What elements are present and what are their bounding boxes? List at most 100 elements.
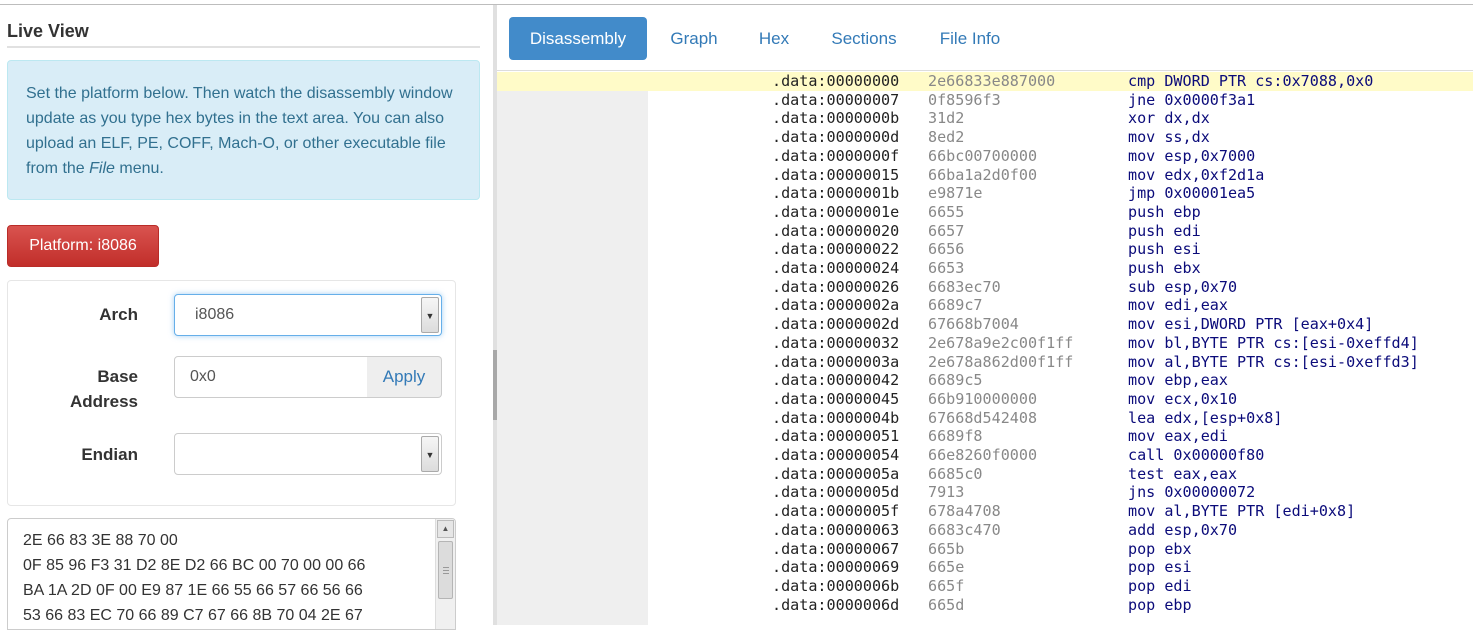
- row-instruction: pop ebp: [1128, 595, 1192, 614]
- row-bytes: 2e678a9e2c00f1ff: [928, 333, 1074, 352]
- row-bytes: 665d: [928, 595, 965, 614]
- row-bytes: 7913: [928, 483, 965, 502]
- info-alert: Set the platform below. Then watch the d…: [7, 60, 480, 200]
- tab-disassembly[interactable]: Disassembly: [509, 17, 647, 60]
- row-bytes: 67668d542408: [928, 408, 1038, 427]
- row-bytes: 0f8596f3: [928, 90, 1001, 109]
- platform-button[interactable]: Platform: i8086: [7, 225, 159, 267]
- row-bytes: 31d2: [928, 109, 965, 128]
- scroll-up-arrow-icon[interactable]: ▲: [437, 520, 454, 538]
- info-file-word: File: [89, 160, 115, 177]
- row-address: .data:00000020: [772, 221, 900, 240]
- disassembly-row[interactable]: .data:0000001e 6655 push ebp: [497, 203, 1473, 222]
- tabs-divider: [497, 70, 1473, 71]
- disassembly-row[interactable]: .data:0000000d 8ed2 mov ss,dx: [497, 128, 1473, 147]
- tab-graph[interactable]: Graph: [657, 17, 731, 60]
- arch-select[interactable]: i8086 ▼: [174, 294, 442, 336]
- row-bytes: 6689f8: [928, 427, 983, 446]
- row-bytes: 6655: [928, 202, 965, 221]
- row-bytes: 67668b7004: [928, 315, 1019, 334]
- row-address: .data:00000007: [772, 90, 900, 109]
- disassembly-row[interactable]: .data:00000067 665b pop ebx: [497, 540, 1473, 559]
- row-bytes: 665b: [928, 539, 965, 558]
- row-bytes: 2e678a862d00f1ff: [928, 352, 1074, 371]
- disassembly-row[interactable]: .data:00000000 2e66833e887000 cmp DWORD PT…: [497, 72, 1473, 91]
- hex-bytes-textarea[interactable]: 2E 66 83 3E 88 70 00 0F 85 96 F3 31 D2 8…: [7, 518, 456, 630]
- live-view-panel: Live View Set the platform below. Then w…: [0, 5, 493, 630]
- row-instruction: mov ss,dx: [1128, 128, 1210, 147]
- row-bytes: 66ba1a2d0f00: [928, 165, 1038, 184]
- row-bytes: 6683c470: [928, 520, 1001, 539]
- disassembly-row[interactable]: .data:00000007 0f8596f3 jne 0x0000f3a1: [497, 91, 1473, 110]
- hex-line: 2E 66 83 3E 88 70 00: [23, 532, 178, 549]
- row-address: .data:0000001e: [772, 202, 900, 221]
- row-address: .data:0000003a: [772, 352, 900, 371]
- row-instruction: mov al,BYTE PTR cs:[esi-0xeffd3]: [1128, 352, 1419, 371]
- textarea-scrollbar[interactable]: ▲: [435, 519, 455, 629]
- row-instruction: mov edx,0xf2d1a: [1128, 165, 1265, 184]
- row-address: .data:0000006b: [772, 576, 900, 595]
- disassembly-row[interactable]: .data:0000000b 31d2 xor dx,dx: [497, 109, 1473, 128]
- row-instruction: sub esp,0x70: [1128, 277, 1238, 296]
- disassembly-row[interactable]: .data:00000020 6657 push edi: [497, 222, 1473, 241]
- disassembly-row[interactable]: .data:00000051 6689f8 mov eax,edi: [497, 427, 1473, 446]
- row-instruction: jne 0x0000f3a1: [1128, 90, 1256, 109]
- row-instruction: mov ebp,eax: [1128, 371, 1228, 390]
- chevron-down-icon[interactable]: ▼: [421, 436, 439, 472]
- row-address: .data:0000002a: [772, 296, 900, 315]
- row-bytes: 665f: [928, 576, 965, 595]
- disassembly-row[interactable]: .data:00000063 6683c470 add esp,0x70: [497, 521, 1473, 540]
- row-instruction: lea edx,[esp+0x8]: [1128, 408, 1283, 427]
- disassembly-row[interactable]: .data:0000006d 665d pop ebp: [497, 596, 1473, 615]
- grip-line: [443, 570, 449, 571]
- disassembly-row[interactable]: .data:0000002d 67668b7004 mov esi,DWORD PT…: [497, 315, 1473, 334]
- row-address: .data:00000045: [772, 389, 900, 408]
- disassembly-row[interactable]: .data:00000015 66ba1a2d0f00 mov edx,0xf2d1…: [497, 166, 1473, 185]
- disassembly-row[interactable]: .data:0000005f 678a4708 mov al,BYTE PTR [e…: [497, 502, 1473, 521]
- disassembly-row[interactable]: .data:0000003a 2e678a862d00f1ff mov al,BYT…: [497, 353, 1473, 372]
- tab-sections[interactable]: Sections: [819, 17, 909, 60]
- disassembly-row[interactable]: .data:00000026 6683ec70 sub esp,0x70: [497, 278, 1473, 297]
- apply-button[interactable]: Apply: [367, 356, 442, 398]
- row-instruction: call 0x00000f80: [1128, 446, 1265, 464]
- disassembly-panel: Disassembly Graph Hex Sections File Info…: [497, 5, 1473, 625]
- disassembly-row[interactable]: .data:00000069 665e pop esi: [497, 558, 1473, 577]
- row-bytes: 66bc00700000: [928, 146, 1038, 165]
- row-instruction: mov eax,edi: [1128, 427, 1228, 446]
- row-instruction: xor dx,dx: [1128, 109, 1210, 128]
- row-instruction: pop edi: [1128, 576, 1192, 595]
- endian-select[interactable]: ▼: [174, 433, 442, 475]
- row-bytes: 66b910000000: [928, 389, 1038, 408]
- row-address: .data:00000000: [772, 72, 900, 90]
- base-address-input[interactable]: 0x0: [174, 356, 368, 398]
- disassembly-row[interactable]: .data:00000042 6689c5 mov ebp,eax: [497, 371, 1473, 390]
- disassembly-row[interactable]: .data:00000045 66b910000000 mov ecx,0x10: [497, 390, 1473, 409]
- scrollbar-thumb[interactable]: [438, 541, 453, 599]
- disassembly-row[interactable]: .data:00000032 2e678a9e2c00f1ff mov bl,BYT…: [497, 334, 1473, 353]
- chevron-down-icon[interactable]: ▼: [421, 297, 439, 333]
- row-address: .data:00000032: [772, 333, 900, 352]
- disassembly-row[interactable]: .data:0000005a 6685c0 test eax,eax: [497, 465, 1473, 484]
- arch-select-value: i8086: [195, 306, 235, 323]
- tab-hex[interactable]: Hex: [743, 17, 805, 60]
- disassembly-view[interactable]: .data:00000000 2e66833e887000 cmp DWORD PT…: [497, 72, 1473, 625]
- row-instruction: push esi: [1128, 240, 1201, 259]
- disassembly-row[interactable]: .data:0000001b e9871e jmp 0x00001ea5: [497, 184, 1473, 203]
- title-divider: [7, 46, 480, 48]
- disassembly-row[interactable]: .data:0000000f 66bc00700000 mov esp,0x7000: [497, 147, 1473, 166]
- disassembly-row[interactable]: .data:0000002a 6689c7 mov edi,eax: [497, 296, 1473, 315]
- disassembly-row[interactable]: .data:0000006b 665f pop edi: [497, 577, 1473, 596]
- row-instruction: mov bl,BYTE PTR cs:[esi-0xeffd4]: [1128, 333, 1419, 352]
- row-address: .data:00000015: [772, 165, 900, 184]
- disassembly-row[interactable]: .data:00000054 66e8260f0000 call 0x00000f8…: [497, 446, 1473, 465]
- tab-file-info[interactable]: File Info: [925, 17, 1015, 60]
- disassembly-row[interactable]: .data:0000004b 67668d542408 lea edx,[esp+0…: [497, 409, 1473, 428]
- disassembly-row[interactable]: .data:0000005d 7913 jns 0x00000072: [497, 483, 1473, 502]
- row-address: .data:0000002d: [772, 315, 900, 334]
- disassembly-row[interactable]: .data:00000022 6656 push esi: [497, 240, 1473, 259]
- row-address: .data:0000001b: [772, 184, 900, 203]
- arch-label: Arch: [99, 305, 138, 324]
- disassembly-row[interactable]: .data:00000024 6653 push ebx: [497, 259, 1473, 278]
- row-instruction: jns 0x00000072: [1128, 483, 1256, 502]
- row-address: .data:0000000f: [772, 146, 900, 165]
